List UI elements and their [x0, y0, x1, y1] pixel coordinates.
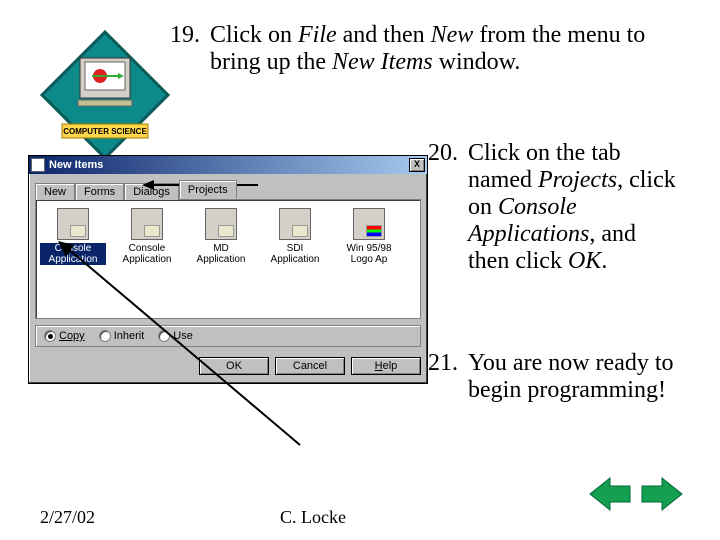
- radio-use[interactable]: Use: [158, 330, 193, 342]
- app-icon: [57, 208, 89, 240]
- help-button[interactable]: Help: [351, 357, 421, 375]
- item-win9598-logo[interactable]: Win 95/98 Logo Ap: [336, 208, 402, 310]
- item-console-application-2[interactable]: Console Application: [114, 208, 180, 310]
- tab-forms[interactable]: Forms: [75, 183, 124, 200]
- instruction-20: 20. Click on the tab named Projects, cli…: [418, 140, 698, 275]
- item-console-application[interactable]: Console Application: [40, 208, 106, 310]
- app-icon: [205, 208, 237, 240]
- button-row: OK Cancel Help: [29, 353, 427, 383]
- next-slide-button[interactable]: [640, 476, 684, 512]
- tabs: New Forms Dialogs Projects: [35, 180, 421, 199]
- instruction-19: 19. Click on File and then New from the …: [160, 22, 680, 76]
- window-icon: [31, 158, 45, 172]
- window-title: New Items: [49, 159, 409, 171]
- projects-panel: Console Application Console Application …: [35, 199, 421, 319]
- tab-projects[interactable]: Projects: [179, 180, 237, 199]
- close-button[interactable]: X: [409, 158, 425, 172]
- radio-copy[interactable]: Copy: [44, 330, 85, 342]
- new-items-window: New Items X New Forms Dialogs Projects C…: [28, 155, 428, 384]
- footer-date: 2/27/02: [40, 507, 95, 528]
- item-md-application[interactable]: MD Application: [188, 208, 254, 310]
- computer-science-logo: COMPUTER SCIENCE: [40, 30, 170, 160]
- tab-dialogs[interactable]: Dialogs: [124, 183, 179, 200]
- cancel-button[interactable]: Cancel: [275, 357, 345, 375]
- radio-inherit[interactable]: Inherit: [99, 330, 145, 342]
- radio-group: Copy Inherit Use: [35, 325, 421, 347]
- ok-button[interactable]: OK: [199, 357, 269, 375]
- app-icon: [353, 208, 385, 240]
- svg-text:COMPUTER SCIENCE: COMPUTER SCIENCE: [63, 127, 147, 136]
- instruction-21: 21.You are now ready to begin programmin…: [418, 350, 698, 404]
- footer-author: C. Locke: [280, 507, 346, 528]
- item-sdi-application[interactable]: SDI Application: [262, 208, 328, 310]
- app-icon: [131, 208, 163, 240]
- app-icon: [279, 208, 311, 240]
- titlebar: New Items X: [29, 156, 427, 174]
- tab-new[interactable]: New: [35, 183, 75, 200]
- prev-slide-button[interactable]: [588, 476, 632, 512]
